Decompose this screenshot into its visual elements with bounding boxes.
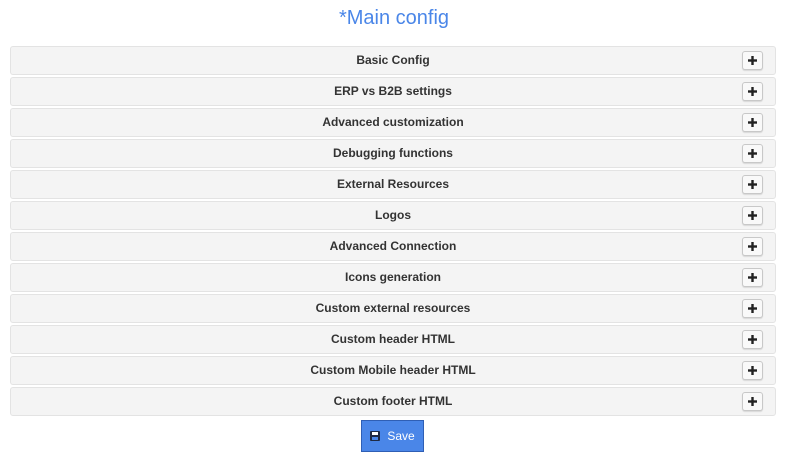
expand-button[interactable] [742,392,763,411]
section-label: External Resources [336,177,450,191]
section-erp-vs-b2b-settings[interactable]: ERP vs B2B settings [10,77,776,106]
expand-button[interactable] [742,82,763,101]
section-label: Custom Mobile header HTML [310,363,476,377]
expand-button[interactable] [742,330,763,349]
expand-button[interactable] [742,299,763,318]
plus-icon [748,118,757,127]
section-label: Logos [375,208,411,222]
section-label: Debugging functions [333,146,453,160]
section-basic-config[interactable]: Basic Config [10,46,776,75]
section-label: Custom external resources [315,301,471,315]
plus-icon [748,87,757,96]
page-title: *Main config [338,7,450,29]
plus-icon [748,211,757,220]
section-label: ERP vs B2B settings [334,84,452,98]
section-icons-generation[interactable]: Icons generation [10,263,776,292]
section-debugging-functions[interactable]: Debugging functions [10,139,776,168]
section-label: Advanced customization [322,115,464,129]
section-label: Advanced Connection [329,239,457,253]
section-advanced-customization[interactable]: Advanced customization [10,108,776,137]
plus-icon [748,242,757,251]
section-label: Icons generation [344,270,442,284]
section-label: Custom header HTML [330,332,455,346]
section-logos[interactable]: Logos [10,201,776,230]
section-custom-header-html[interactable]: Custom header HTML [10,325,776,354]
expand-button[interactable] [742,206,763,225]
plus-icon [748,56,757,65]
expand-button[interactable] [742,175,763,194]
section-custom-external-resources[interactable]: Custom external resources [10,294,776,323]
plus-icon [748,366,757,375]
plus-icon [748,180,757,189]
plus-icon [748,304,757,313]
section-label: Basic Config [356,53,430,67]
expand-button[interactable] [742,268,763,287]
save-button-label: Save [387,429,415,443]
floppy-disk-icon [370,431,381,441]
plus-icon [748,149,757,158]
expand-button[interactable] [742,113,763,132]
expand-button[interactable] [742,361,763,380]
expand-button[interactable] [742,51,763,70]
config-section-list: Basic Config ERP vs B2B settings Advance… [10,46,776,418]
expand-button[interactable] [742,237,763,256]
section-custom-mobile-header-html[interactable]: Custom Mobile header HTML [10,356,776,385]
section-label: Custom footer HTML [333,394,453,408]
plus-icon [748,335,757,344]
plus-icon [748,397,757,406]
save-button[interactable]: Save [361,420,424,452]
plus-icon [748,273,757,282]
section-custom-footer-html[interactable]: Custom footer HTML [10,387,776,416]
section-advanced-connection[interactable]: Advanced Connection [10,232,776,261]
section-external-resources[interactable]: External Resources [10,170,776,199]
expand-button[interactable] [742,144,763,163]
